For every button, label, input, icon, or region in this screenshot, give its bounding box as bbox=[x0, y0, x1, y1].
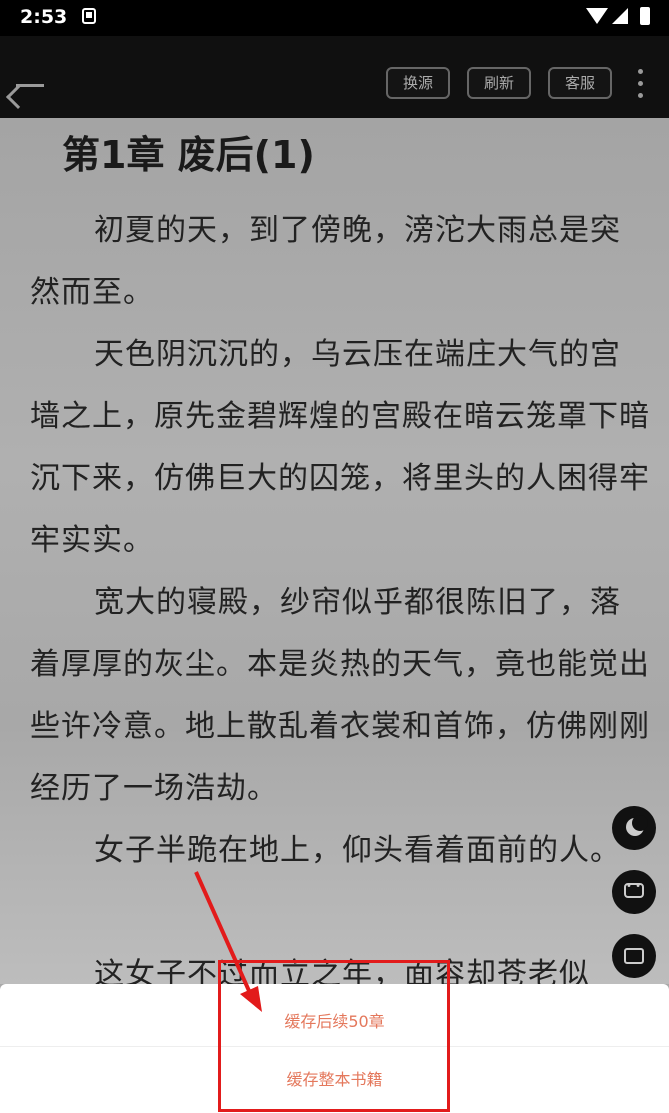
signal-icon bbox=[612, 8, 628, 24]
wifi-icon bbox=[586, 8, 608, 24]
back-arrow-icon[interactable] bbox=[14, 74, 46, 96]
paragraph: 这女子不过而立之年，面容却苍老似 bbox=[94, 957, 590, 984]
refresh-button[interactable]: 刷新 bbox=[467, 67, 531, 99]
cache-next-50-chapters-option[interactable]: 缓存后续50章 bbox=[0, 992, 669, 1052]
cache-options-sheet: 缓存后续50章 缓存整本书籍 bbox=[0, 984, 669, 1113]
customer-service-button[interactable]: 客服 bbox=[548, 67, 612, 99]
paragraph: 天色阴沉沉的，乌云压在端庄大气的宫墙之上，原先金碧辉煌的宫殿在暗云笼罩下暗沉下来… bbox=[30, 337, 650, 558]
status-bar: 2:53 bbox=[0, 0, 669, 36]
paragraph: 女子半跪在地上，仰头看着面前的人。 bbox=[94, 833, 621, 868]
night-mode-icon[interactable] bbox=[612, 806, 656, 850]
sheet-divider bbox=[0, 1046, 669, 1047]
reader-content[interactable]: 第1章 废后(1) 初夏的天，到了傍晚，滂沱大雨总是突然而至。 天色阴沉沉的，乌… bbox=[0, 118, 669, 984]
cache-whole-book-option[interactable]: 缓存整本书籍 bbox=[0, 1050, 669, 1110]
notification-icon bbox=[82, 8, 96, 24]
chapter-title: 第1章 废后(1) bbox=[62, 133, 315, 177]
battery-icon bbox=[640, 7, 650, 25]
screen-icon[interactable] bbox=[612, 934, 656, 978]
reader-toolbar: 换源 刷新 客服 bbox=[0, 36, 669, 118]
more-options-icon[interactable] bbox=[636, 69, 644, 101]
paragraph: 宽大的寝殿，纱帘似乎都很陈旧了，落着厚厚的灰尘。本是炎热的天气，竟也能觉出些许冷… bbox=[30, 585, 650, 806]
status-time: 2:53 bbox=[20, 6, 68, 28]
paragraph: 初夏的天，到了傍晚，滂沱大雨总是突然而至。 bbox=[30, 213, 621, 310]
change-source-button[interactable]: 换源 bbox=[386, 67, 450, 99]
comment-icon[interactable] bbox=[612, 870, 656, 914]
